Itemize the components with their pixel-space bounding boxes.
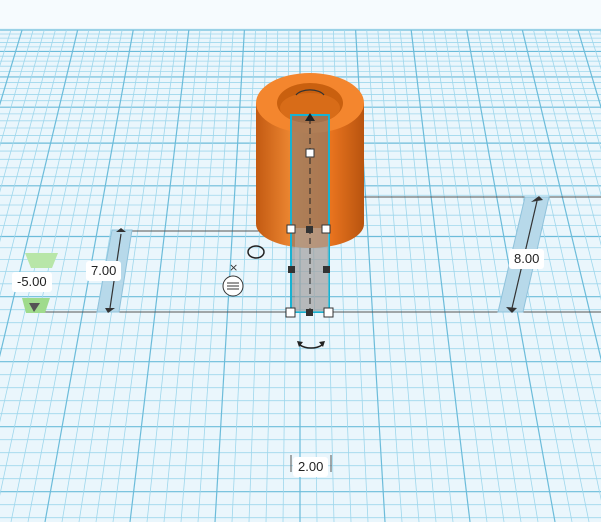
box-height-field[interactable]: 7.00 — [86, 261, 122, 281]
bottom-right-handle[interactable] — [323, 307, 334, 318]
cylinder-height-field[interactable]: 8.00 — [509, 249, 545, 269]
right-mid-handle[interactable] — [323, 266, 330, 273]
top-handle[interactable] — [305, 148, 315, 158]
top-right-handle[interactable] — [321, 224, 331, 234]
close-icon[interactable]: × — [229, 262, 238, 273]
top-center-handle[interactable] — [306, 226, 313, 233]
left-mid-handle[interactable] — [288, 266, 295, 273]
width-field[interactable]: 2.00 — [293, 457, 329, 477]
elevation-field[interactable]: -5.00 — [12, 272, 52, 292]
selected-box-shape[interactable] — [290, 113, 330, 313]
bottom-center-handle[interactable] — [306, 309, 313, 316]
top-left-handle[interactable] — [286, 224, 296, 234]
bottom-left-handle[interactable] — [285, 307, 296, 318]
sky-area — [0, 0, 601, 28]
